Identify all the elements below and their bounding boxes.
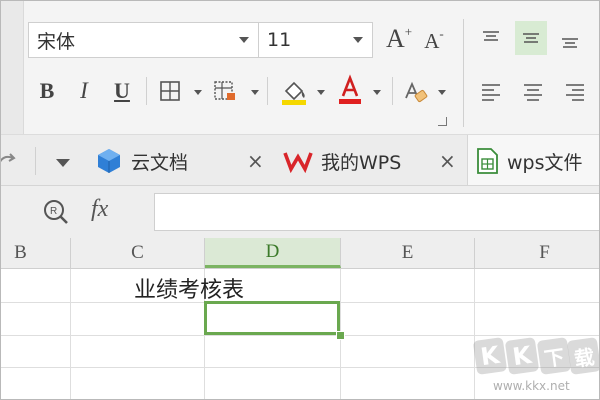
column-header-f[interactable]: F (475, 238, 599, 268)
spreadsheet-doc-icon (477, 148, 498, 174)
ribbon-divider (146, 77, 147, 105)
font-color-button[interactable] (335, 73, 365, 107)
align-center-icon (524, 84, 542, 101)
column-header-b[interactable]: B (1, 238, 71, 268)
chevron-down-icon[interactable] (251, 90, 259, 95)
align-left-icon (482, 84, 500, 101)
font-name-value: 宋体 (37, 30, 76, 53)
shrink-font-letter: A (424, 28, 440, 53)
zoom-search-icon[interactable]: R (42, 198, 70, 226)
wps-window: 宋体 11 A + A- B I U 云文档 × 我的WPS × wps文件 R… (0, 0, 600, 400)
fill-handle[interactable] (336, 331, 345, 340)
column-line (70, 269, 71, 399)
document-tab-bar: 云文档 × 我的WPS × wps文件 (1, 134, 599, 186)
cloud-cube-icon (98, 149, 120, 173)
column-header-d[interactable]: D (205, 238, 341, 268)
underline-button[interactable]: U (108, 76, 136, 106)
tab-wps-file[interactable]: wps文件 (475, 143, 583, 179)
redo-arrow-icon[interactable] (0, 150, 19, 172)
eraser-icon (405, 81, 428, 103)
fill-color-button[interactable] (279, 75, 309, 107)
align-center-button[interactable] (517, 75, 549, 109)
grow-font-letter: A (385, 24, 405, 53)
align-middle-icon (523, 33, 539, 43)
watermark: K K 下 载 www.kkx.net (471, 337, 599, 399)
watermark-char: 下 (536, 337, 572, 375)
chevron-down-icon[interactable] (317, 90, 325, 95)
svg-text:R: R (50, 206, 57, 217)
tab-list-dropdown-icon[interactable] (56, 159, 70, 167)
ribbon-divider (267, 77, 268, 105)
column-header-c[interactable]: C (71, 238, 205, 268)
cell-format-button[interactable] (212, 78, 238, 104)
italic-button[interactable]: I (71, 76, 97, 106)
paint-bucket-icon (282, 81, 306, 105)
chevron-down-icon[interactable] (373, 90, 381, 95)
font-color-icon (339, 74, 361, 104)
font-size-value: 11 (267, 29, 292, 51)
formula-bar: R fx (1, 185, 599, 239)
borders-icon (160, 81, 180, 101)
insert-function-button[interactable]: fx (91, 196, 108, 223)
dialog-launcher-icon[interactable] (438, 117, 447, 126)
column-header-e[interactable]: E (341, 238, 475, 268)
align-middle-button[interactable] (515, 21, 547, 55)
column-headers: B C D E F (1, 238, 599, 269)
tab-label: 云文档 (131, 151, 189, 174)
font-size-dropdown[interactable]: 11 (258, 22, 373, 58)
close-icon[interactable]: × (247, 143, 264, 179)
grow-font-plus: + (404, 24, 413, 39)
tab-label: wps文件 (507, 151, 583, 174)
watermark-char: K (472, 337, 508, 375)
clear-format-button[interactable] (401, 77, 431, 107)
shrink-font-minus: - (439, 26, 444, 41)
align-bottom-icon (562, 38, 578, 48)
chevron-down-icon[interactable] (353, 37, 363, 43)
watermark-url: www.kkx.net (493, 379, 570, 393)
align-right-button[interactable] (559, 75, 591, 109)
ribbon-divider (463, 19, 464, 127)
watermark-char: K (504, 337, 540, 375)
formula-input[interactable] (154, 193, 599, 231)
decrease-font-size-button[interactable]: A- (419, 25, 449, 57)
close-icon[interactable]: × (439, 143, 456, 179)
row-line (1, 335, 599, 336)
cell-c1[interactable]: 业绩考核表 (134, 272, 244, 304)
font-name-dropdown[interactable]: 宋体 (28, 22, 259, 58)
watermark-char: 载 (566, 337, 599, 375)
tab-label: 我的WPS (321, 151, 402, 174)
chevron-down-icon[interactable] (438, 90, 446, 95)
increase-font-size-button[interactable]: A + (382, 21, 416, 57)
align-left-button[interactable] (475, 75, 507, 109)
chevron-down-icon[interactable] (194, 90, 202, 95)
ribbon-left-strip (1, 1, 24, 134)
wps-logo-icon (283, 152, 313, 173)
align-bottom-button[interactable] (554, 25, 586, 59)
tabbar-divider (35, 147, 36, 175)
align-top-button[interactable] (475, 21, 507, 55)
align-right-icon (566, 84, 584, 101)
ribbon-divider (392, 77, 393, 105)
selected-cell-d2[interactable] (204, 301, 340, 335)
chevron-down-icon[interactable] (239, 37, 249, 43)
tab-my-wps[interactable]: 我的WPS (283, 143, 401, 179)
tab-cloud-docs[interactable]: 云文档 (95, 143, 188, 179)
align-top-icon (483, 31, 499, 41)
borders-button[interactable] (157, 78, 183, 104)
table-brush-icon (214, 81, 235, 100)
bold-button[interactable]: B (34, 76, 60, 106)
ribbon: 宋体 11 A + A- B I U (1, 1, 599, 134)
